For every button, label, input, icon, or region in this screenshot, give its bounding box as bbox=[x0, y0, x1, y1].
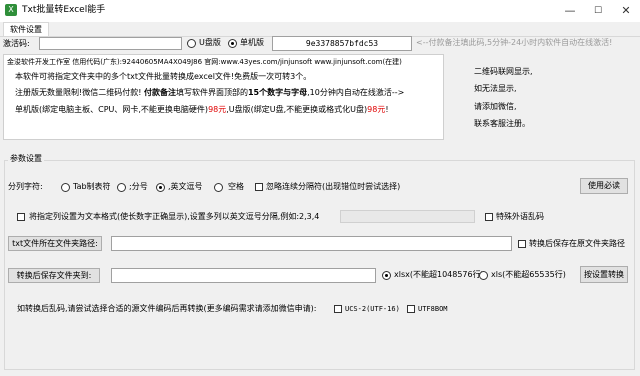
txt-folder-input[interactable] bbox=[111, 236, 512, 251]
activation-notice: <--付款备注填此码,5分钟-24小时内软件自动在线激活! bbox=[416, 38, 613, 47]
utf8bom-checkbox[interactable] bbox=[407, 305, 415, 313]
text-format-label: 将指定列设置为文本格式(使长数字正确显示),设置多列以英文逗号分隔,例如:2,3… bbox=[29, 212, 320, 221]
xlsx-label: xlsx(不能超1048576行) bbox=[394, 270, 484, 279]
register-info: 注册版无数量限制!微信二维码付款! 付款备注填写软件界面顶部的15个数字与字母,… bbox=[15, 88, 405, 97]
info-panel: 金浚软件开发工作室 信用代码(广东):92440605MA4X049J86 官网… bbox=[3, 54, 444, 140]
minimize-button[interactable]: — bbox=[556, 0, 584, 22]
close-button[interactable]: ✕ bbox=[612, 0, 640, 22]
save-folder-input[interactable] bbox=[111, 268, 376, 283]
text-format-input[interactable] bbox=[340, 210, 475, 223]
foreign-lang-checkbox[interactable] bbox=[485, 213, 493, 221]
save-original-label: 转换后保存在原文件夹路径 bbox=[529, 239, 625, 248]
delim-tab-label: Tab制表符 bbox=[73, 182, 111, 191]
app-icon: X bbox=[5, 4, 17, 16]
delim-semicolon-label: ;分号 bbox=[129, 182, 148, 191]
pc-version-label: 单机版 bbox=[240, 38, 264, 47]
activation-code-label: 激活码: bbox=[3, 39, 30, 48]
machine-code-field[interactable]: 9e3378857bfdc53 bbox=[272, 36, 412, 51]
xls-radio[interactable] bbox=[479, 271, 488, 280]
qr-text-1: 二维码联网显示, bbox=[474, 67, 533, 76]
help-button[interactable]: 使用必读 bbox=[580, 178, 628, 194]
qr-text-3: 请添加微信, bbox=[474, 102, 517, 111]
delim-tab-radio[interactable] bbox=[61, 183, 70, 192]
params-group-title: 参数设置 bbox=[8, 153, 44, 165]
foreign-lang-label: 特殊外语乱码 bbox=[496, 212, 544, 221]
usb-version-label: U盘版 bbox=[199, 38, 221, 47]
qr-text-2: 如无法显示, bbox=[474, 84, 517, 93]
delimiter-label: 分列字符: bbox=[8, 182, 43, 191]
window-title: Txt批量转Excel能手 bbox=[22, 5, 106, 15]
usb-version-radio[interactable] bbox=[187, 39, 196, 48]
encoding-hint: 如转换后乱码,请尝试选择合适的源文件编码后再转换(更多编码需求请添加微信申请): bbox=[17, 304, 317, 313]
ignore-consecutive-label: 忽略连续分隔符(出现错位时尝试选择) bbox=[266, 182, 401, 191]
tab-settings[interactable]: 软件设置 bbox=[3, 22, 49, 36]
delim-space-label: 空格 bbox=[228, 182, 244, 191]
activation-code-input[interactable] bbox=[39, 37, 182, 50]
pc-version-radio[interactable] bbox=[228, 39, 237, 48]
price-info: 单机版(绑定电脑主板、CPU、网卡,不能更换电脑硬件)98元,U盘版(绑定U盘,… bbox=[15, 105, 389, 114]
xls-label: xls(不能超65535行) bbox=[491, 270, 566, 279]
convert-button[interactable]: 按设置转换 bbox=[580, 266, 628, 283]
company-info: 金浚软件开发工作室 信用代码(广东):92440605MA4X049J86 官网… bbox=[7, 58, 402, 66]
ucs2-label: UCS-2(UTF-16) bbox=[345, 305, 400, 313]
delim-semicolon-radio[interactable] bbox=[117, 183, 126, 192]
delim-space-radio[interactable] bbox=[214, 183, 223, 192]
tab-strip bbox=[0, 22, 640, 37]
save-original-checkbox[interactable] bbox=[518, 240, 526, 248]
delim-comma-radio[interactable] bbox=[156, 183, 165, 192]
txt-folder-button[interactable]: txt文件所在文件夹路径: bbox=[8, 236, 102, 251]
xlsx-radio[interactable] bbox=[382, 271, 391, 280]
maximize-button[interactable]: ☐ bbox=[584, 0, 612, 22]
save-folder-button[interactable]: 转换后保存文件夹到: bbox=[8, 268, 100, 283]
delim-comma-label: ,英文逗号 bbox=[168, 182, 203, 191]
ucs2-checkbox[interactable] bbox=[334, 305, 342, 313]
qr-text-4: 联系客服注册。 bbox=[474, 119, 530, 128]
ignore-consecutive-checkbox[interactable] bbox=[255, 183, 263, 191]
description-text: 本软件可将指定文件夹中的多个txt文件批量转换成excel文件!免费版一次可转3… bbox=[15, 72, 312, 81]
text-format-checkbox[interactable] bbox=[17, 213, 25, 221]
utf8bom-label: UTF8BOM bbox=[418, 305, 448, 313]
